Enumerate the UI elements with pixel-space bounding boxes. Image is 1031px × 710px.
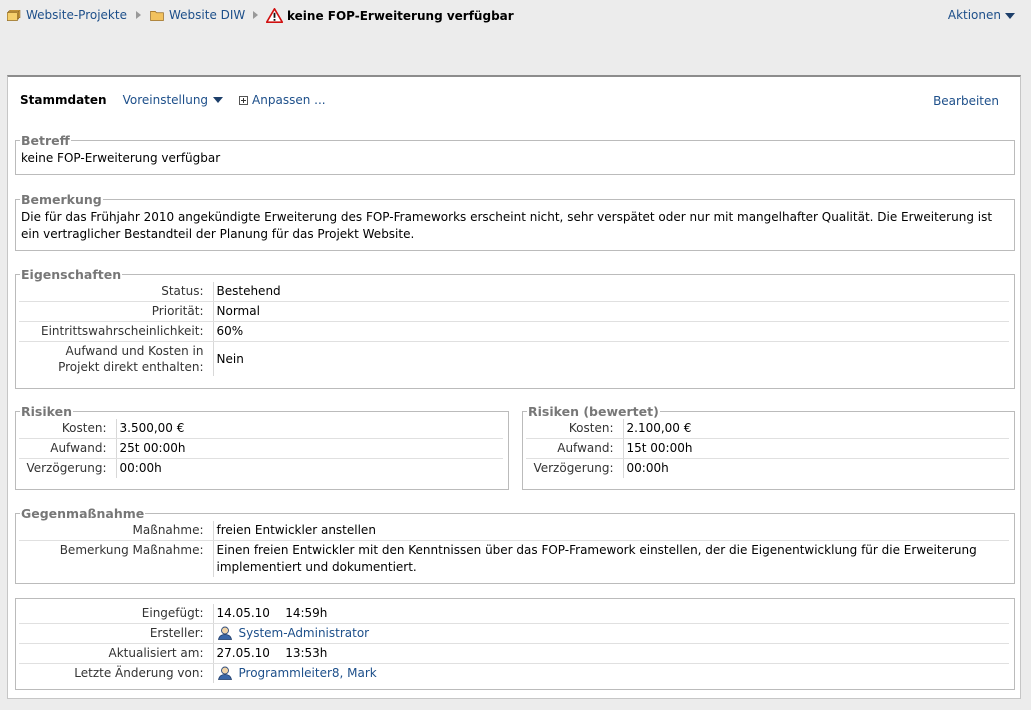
user-icon [217,626,232,640]
plus-icon[interactable] [239,95,249,105]
table-row: Letzte Änderung von: Programmleiter8, Ma… [19,663,1009,684]
section-legend: Betreff [21,133,70,148]
actions-menu[interactable]: Aktionen [948,8,1015,22]
countermeasure-label: Maßnahme: [19,521,214,541]
detail-panel: Stammdaten Voreinstellung Anpassen ... B… [7,75,1021,699]
table-row: Aufwand: 15t 00:00h [526,438,1009,459]
table-row: Aufwand: 25t 00:00h [19,438,503,459]
section-eigenschaften: Eigenschaften Status: Bestehend Prioritä… [15,267,1015,389]
breadcrumb-bar: Website-Projekte Website DIW keine FOP-E… [0,0,1031,32]
table-row: Bemerkung Maßnahme: Einen freien Entwick… [19,540,1009,577]
updated-time: 13:53h [285,646,328,660]
risk-label: Verzögerung: [526,458,624,478]
table-row: Eingefügt: 14.05.10 14:59h [19,604,1009,624]
section-meta: Eingefügt: 14.05.10 14:59h Ersteller: Sy… [15,598,1015,690]
updated-date: 27.05.10 [216,646,270,660]
risks-table: Kosten: 3.500,00 € Aufwand: 25t 00:00h V… [19,419,503,478]
risk-value: 00:00h [626,461,669,475]
customize-link[interactable]: Anpassen ... [252,93,326,107]
breadcrumb-label[interactable]: Website-Projekte [26,8,127,22]
meta-value: 27.05.10 13:53h [213,643,1009,664]
section-legend: Risiken (bewertet) [528,404,659,419]
folder-stack-icon [7,9,21,21]
property-value: Bestehend [213,282,1009,302]
countermeasure-value: Einen freien Entwickler mit den Kenntnis… [216,543,977,574]
risk-value: 3.500,00 € [116,419,503,439]
risk-value: 15t 00:00h [623,438,1009,459]
tab-stammdaten[interactable]: Stammdaten [20,93,107,107]
risk-label: Aufwand: [526,438,624,459]
risk-value: 25t 00:00h [116,438,503,459]
folder-icon [150,10,164,21]
risk-label: Aufwand: [19,438,117,459]
meta-value: Programmleiter8, Mark [213,664,1009,684]
chevron-down-icon[interactable] [213,97,224,103]
breadcrumb-current: keine FOP-Erweiterung verfügbar [266,8,514,23]
risk-label: Kosten: [19,419,117,439]
chevron-down-icon[interactable] [1005,12,1015,19]
preset-dropdown[interactable]: Voreinstellung [123,93,208,107]
property-value: 60% [213,321,1009,342]
countermeasure-table: Maßnahme: freien Entwickler anstellen Be… [19,521,1009,577]
table-row: Eintrittswahrscheinlichkeit: 60% [19,321,1009,342]
section-legend: Gegenmaßnahme [21,506,145,521]
tab-bar: Stammdaten Voreinstellung Anpassen ... [20,93,326,107]
meta-label: Eingefügt: [19,604,214,624]
breadcrumb-item-projects[interactable]: Website-Projekte [7,8,127,22]
breadcrumb-separator-icon [136,11,141,19]
inserted-date: 14.05.10 [216,606,270,620]
section-risiken: Risiken Kosten: 3.500,00 € Aufwand: 25t … [15,404,509,490]
table-row: Kosten: 2.100,00 € [526,419,1009,439]
table-row: Aufwand und Kosten in Projekt direkt ent… [19,341,1009,376]
breadcrumb-separator-icon [253,11,258,19]
breadcrumb-label[interactable]: Website DIW [169,8,245,22]
actions-label[interactable]: Aktionen [948,8,1001,22]
risk-value: 2.100,00 € [623,419,1009,439]
edit-link[interactable]: Bearbeiten [933,94,999,108]
meta-label: Aktualisiert am: [19,643,214,664]
section-risiken-bewertet: Risiken (bewertet) Kosten: 2.100,00 € Au… [522,404,1015,490]
risk-value: 00:00h [119,461,162,475]
property-label: Eintrittswahrscheinlichkeit: [19,321,214,342]
meta-label: Ersteller: [19,623,214,644]
section-legend: Risiken [21,404,72,419]
section-gegenmassnahme: Gegenmaßnahme Maßnahme: freien Entwickle… [15,506,1015,584]
table-row: Kosten: 3.500,00 € [19,419,503,439]
meta-value: System-Administrator [213,623,1009,644]
table-row: Verzögerung: 00:00h [19,458,503,478]
creator-link[interactable]: System-Administrator [239,626,370,640]
table-row: Status: Bestehend [19,282,1009,302]
property-label: Aufwand und Kosten in Projekt direkt ent… [19,341,214,376]
bemerkung-text: Die für das Frühjahr 2010 angekündigte E… [21,210,993,241]
page-title: keine FOP-Erweiterung verfügbar [287,8,514,23]
user-icon [217,666,232,680]
property-value: Normal [213,301,1009,322]
section-legend: Eigenschaften [21,267,122,282]
property-value: Nein [216,351,244,366]
table-row: Verzögerung: 00:00h [526,458,1009,478]
section-bemerkung: Bemerkung Die für das Frühjahr 2010 ange… [15,192,1015,251]
table-row: Maßnahme: freien Entwickler anstellen [19,521,1009,541]
section-legend: Bemerkung [21,192,102,207]
risk-label: Kosten: [526,419,624,439]
properties-table: Status: Bestehend Priorität: Normal Eint… [19,282,1009,376]
meta-label: Letzte Änderung von: [19,663,214,683]
inserted-time: 14:59h [285,606,328,620]
warning-icon [266,8,283,23]
property-label: Priorität: [19,301,214,322]
last-modifier-link[interactable]: Programmleiter8, Mark [239,666,377,680]
property-label: Status: [19,282,214,302]
breadcrumb-item-website[interactable]: Website DIW [150,8,245,22]
table-row: Ersteller: System-Administrator [19,623,1009,644]
risk-label: Verzögerung: [19,458,117,478]
betreff-text: keine FOP-Erweiterung verfügbar [21,151,221,165]
countermeasure-value: freien Entwickler anstellen [213,521,1009,541]
table-row: Priorität: Normal [19,301,1009,322]
meta-value: 14.05.10 14:59h [213,604,1009,624]
meta-table: Eingefügt: 14.05.10 14:59h Ersteller: Sy… [19,604,1009,683]
section-betreff: Betreff keine FOP-Erweiterung verfügbar [15,133,1015,175]
table-row: Aktualisiert am: 27.05.10 13:53h [19,643,1009,664]
rated-risks-table: Kosten: 2.100,00 € Aufwand: 15t 00:00h V… [526,419,1009,478]
countermeasure-label: Bemerkung Maßnahme: [19,540,214,577]
